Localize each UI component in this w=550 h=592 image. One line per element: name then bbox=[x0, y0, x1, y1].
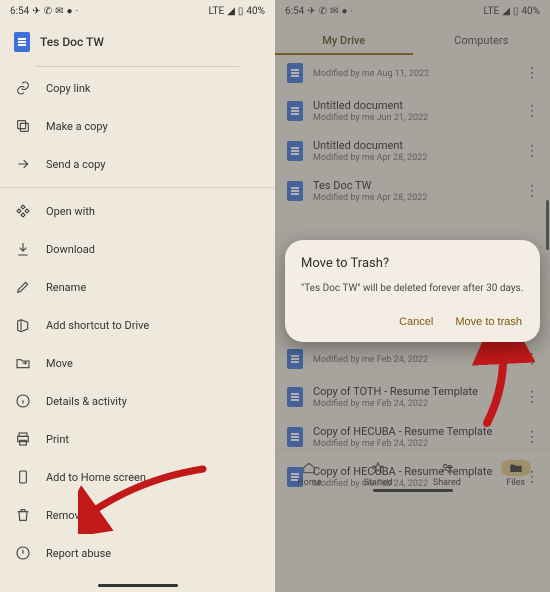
menu-label: Add to Home screen bbox=[46, 471, 146, 484]
link-icon bbox=[14, 79, 32, 97]
gesture-bar bbox=[98, 584, 178, 587]
battery-icon: ▯ bbox=[238, 6, 244, 17]
menu-label: Remove bbox=[46, 509, 86, 522]
move-icon bbox=[14, 354, 32, 372]
send-icon bbox=[14, 155, 32, 173]
dialog-title: Move to Trash? bbox=[301, 256, 524, 271]
copy-icon bbox=[14, 117, 32, 135]
menu-label: Rename bbox=[46, 281, 86, 294]
print-icon bbox=[14, 430, 32, 448]
menu-add-shortcut[interactable]: Add shortcut to Drive bbox=[0, 306, 275, 344]
menu-remove[interactable]: Remove bbox=[0, 496, 275, 534]
status-bar: 6:54 ✈ ✆ ✉ ● · LTE ◢ ▯ 40% bbox=[0, 0, 275, 22]
spotify-icon: ● bbox=[66, 6, 72, 17]
shortcut-icon bbox=[14, 316, 32, 334]
menu-home-screen[interactable]: Add to Home screen bbox=[0, 458, 275, 496]
info-icon bbox=[14, 392, 32, 410]
dialog-body: "Tes Doc TW" will be deleted forever aft… bbox=[301, 281, 524, 296]
alert-icon bbox=[14, 544, 32, 562]
trash-dialog: Move to Trash? "Tes Doc TW" will be dele… bbox=[285, 240, 540, 342]
menu-report[interactable]: Report abuse bbox=[0, 534, 275, 572]
pencil-icon bbox=[14, 278, 32, 296]
menu-print[interactable]: Print bbox=[0, 420, 275, 458]
menu-make-copy[interactable]: Make a copy bbox=[0, 107, 275, 145]
menu-label: Copy link bbox=[46, 82, 90, 95]
move-to-trash-button[interactable]: Move to trash bbox=[453, 312, 524, 332]
menu-label: Download bbox=[46, 243, 95, 256]
lte-label: LTE bbox=[209, 6, 225, 17]
phone-icon: ✆ bbox=[44, 6, 52, 17]
open-with-icon bbox=[14, 202, 32, 220]
menu-label: Report abuse bbox=[46, 547, 111, 560]
phone-frame-icon bbox=[14, 468, 32, 486]
menu-open-with[interactable]: Open with bbox=[0, 187, 275, 230]
menu-label: Make a copy bbox=[46, 120, 108, 133]
docs-icon bbox=[14, 32, 30, 52]
context-menu: Copy link Make a copy Send a copy Open w… bbox=[0, 67, 275, 572]
menu-download[interactable]: Download bbox=[0, 230, 275, 268]
menu-send-copy[interactable]: Send a copy bbox=[0, 145, 275, 183]
cancel-button[interactable]: Cancel bbox=[397, 312, 435, 332]
left-screenshot: 6:54 ✈ ✆ ✉ ● · LTE ◢ ▯ 40% Tes Doc TW Co… bbox=[0, 0, 275, 592]
menu-label: Send a copy bbox=[46, 158, 105, 171]
plane-icon: ✈ bbox=[32, 6, 40, 17]
download-icon bbox=[14, 240, 32, 258]
menu-label: Details & activity bbox=[46, 395, 127, 408]
status-time: 6:54 bbox=[10, 6, 29, 17]
menu-label: Add shortcut to Drive bbox=[46, 319, 149, 332]
trash-icon bbox=[14, 506, 32, 524]
battery-pct: 40% bbox=[246, 6, 265, 17]
menu-rename[interactable]: Rename bbox=[0, 268, 275, 306]
signal-icon: ◢ bbox=[227, 6, 235, 17]
menu-move[interactable]: Move bbox=[0, 344, 275, 382]
sheet-header: Tes Doc TW bbox=[0, 22, 275, 62]
sheet-doc-title: Tes Doc TW bbox=[40, 35, 104, 49]
menu-copy-link[interactable]: Copy link bbox=[0, 69, 275, 107]
menu-label: Print bbox=[46, 433, 69, 446]
menu-label: Open with bbox=[46, 205, 95, 218]
right-screenshot: 6:54 ✈ ✆ ✉ ● · LTE ◢ ▯ 40% My Drive Comp… bbox=[275, 0, 550, 592]
menu-label: Move bbox=[46, 357, 73, 370]
menu-details[interactable]: Details & activity bbox=[0, 382, 275, 420]
mail-icon: ✉ bbox=[55, 6, 63, 17]
